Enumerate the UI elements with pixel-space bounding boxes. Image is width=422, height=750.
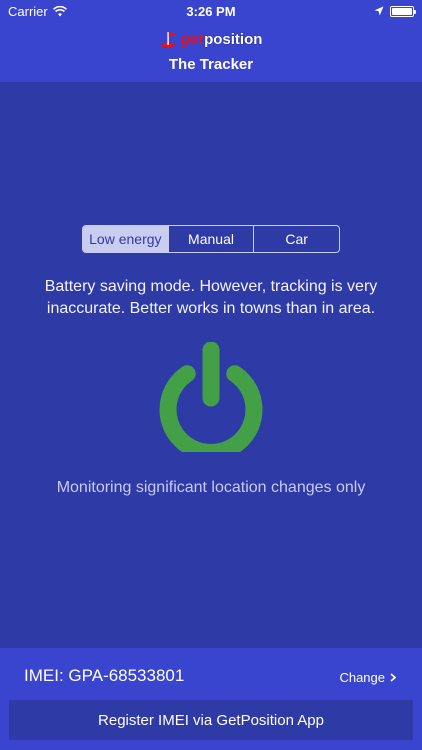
- mode-description: Battery saving mode. However, tracking i…: [44, 278, 378, 317]
- segment-car[interactable]: Car: [254, 226, 339, 252]
- chevron-right-icon: [390, 673, 396, 682]
- monitoring-status: Monitoring significant location changes …: [56, 479, 366, 496]
- register-imei-button[interactable]: Register IMEI via GetPosition App: [9, 700, 413, 740]
- status-right: [374, 5, 416, 17]
- app-logo: get position: [0, 28, 422, 50]
- map-pin-icon: [160, 32, 176, 48]
- logo-get-text: get: [180, 30, 204, 48]
- imei-bar: IMEI: GPA-68533801 Change Register IMEI …: [0, 648, 422, 750]
- location-arrow-icon: [374, 6, 384, 16]
- segment-low-energy[interactable]: Low energy: [83, 226, 169, 252]
- status-left: Carrier: [8, 4, 67, 19]
- power-icon[interactable]: [156, 342, 266, 452]
- page-title: The Tracker: [168, 56, 254, 73]
- imei-label: IMEI: GPA-68533801: [24, 666, 185, 685]
- status-bar: Carrier 3:26 PM: [0, 0, 422, 22]
- change-button[interactable]: Change: [339, 670, 396, 685]
- nav-bar: get position The Tracker: [0, 22, 422, 82]
- segment-manual[interactable]: Manual: [169, 226, 255, 252]
- mode-segmented-control: Low energy Manual Car: [82, 225, 340, 253]
- change-label: Change: [339, 670, 385, 685]
- logo-position-text: position: [204, 30, 263, 48]
- carrier-label: Carrier: [8, 3, 48, 19]
- battery-icon: [390, 5, 416, 17]
- wifi-icon: [52, 5, 67, 16]
